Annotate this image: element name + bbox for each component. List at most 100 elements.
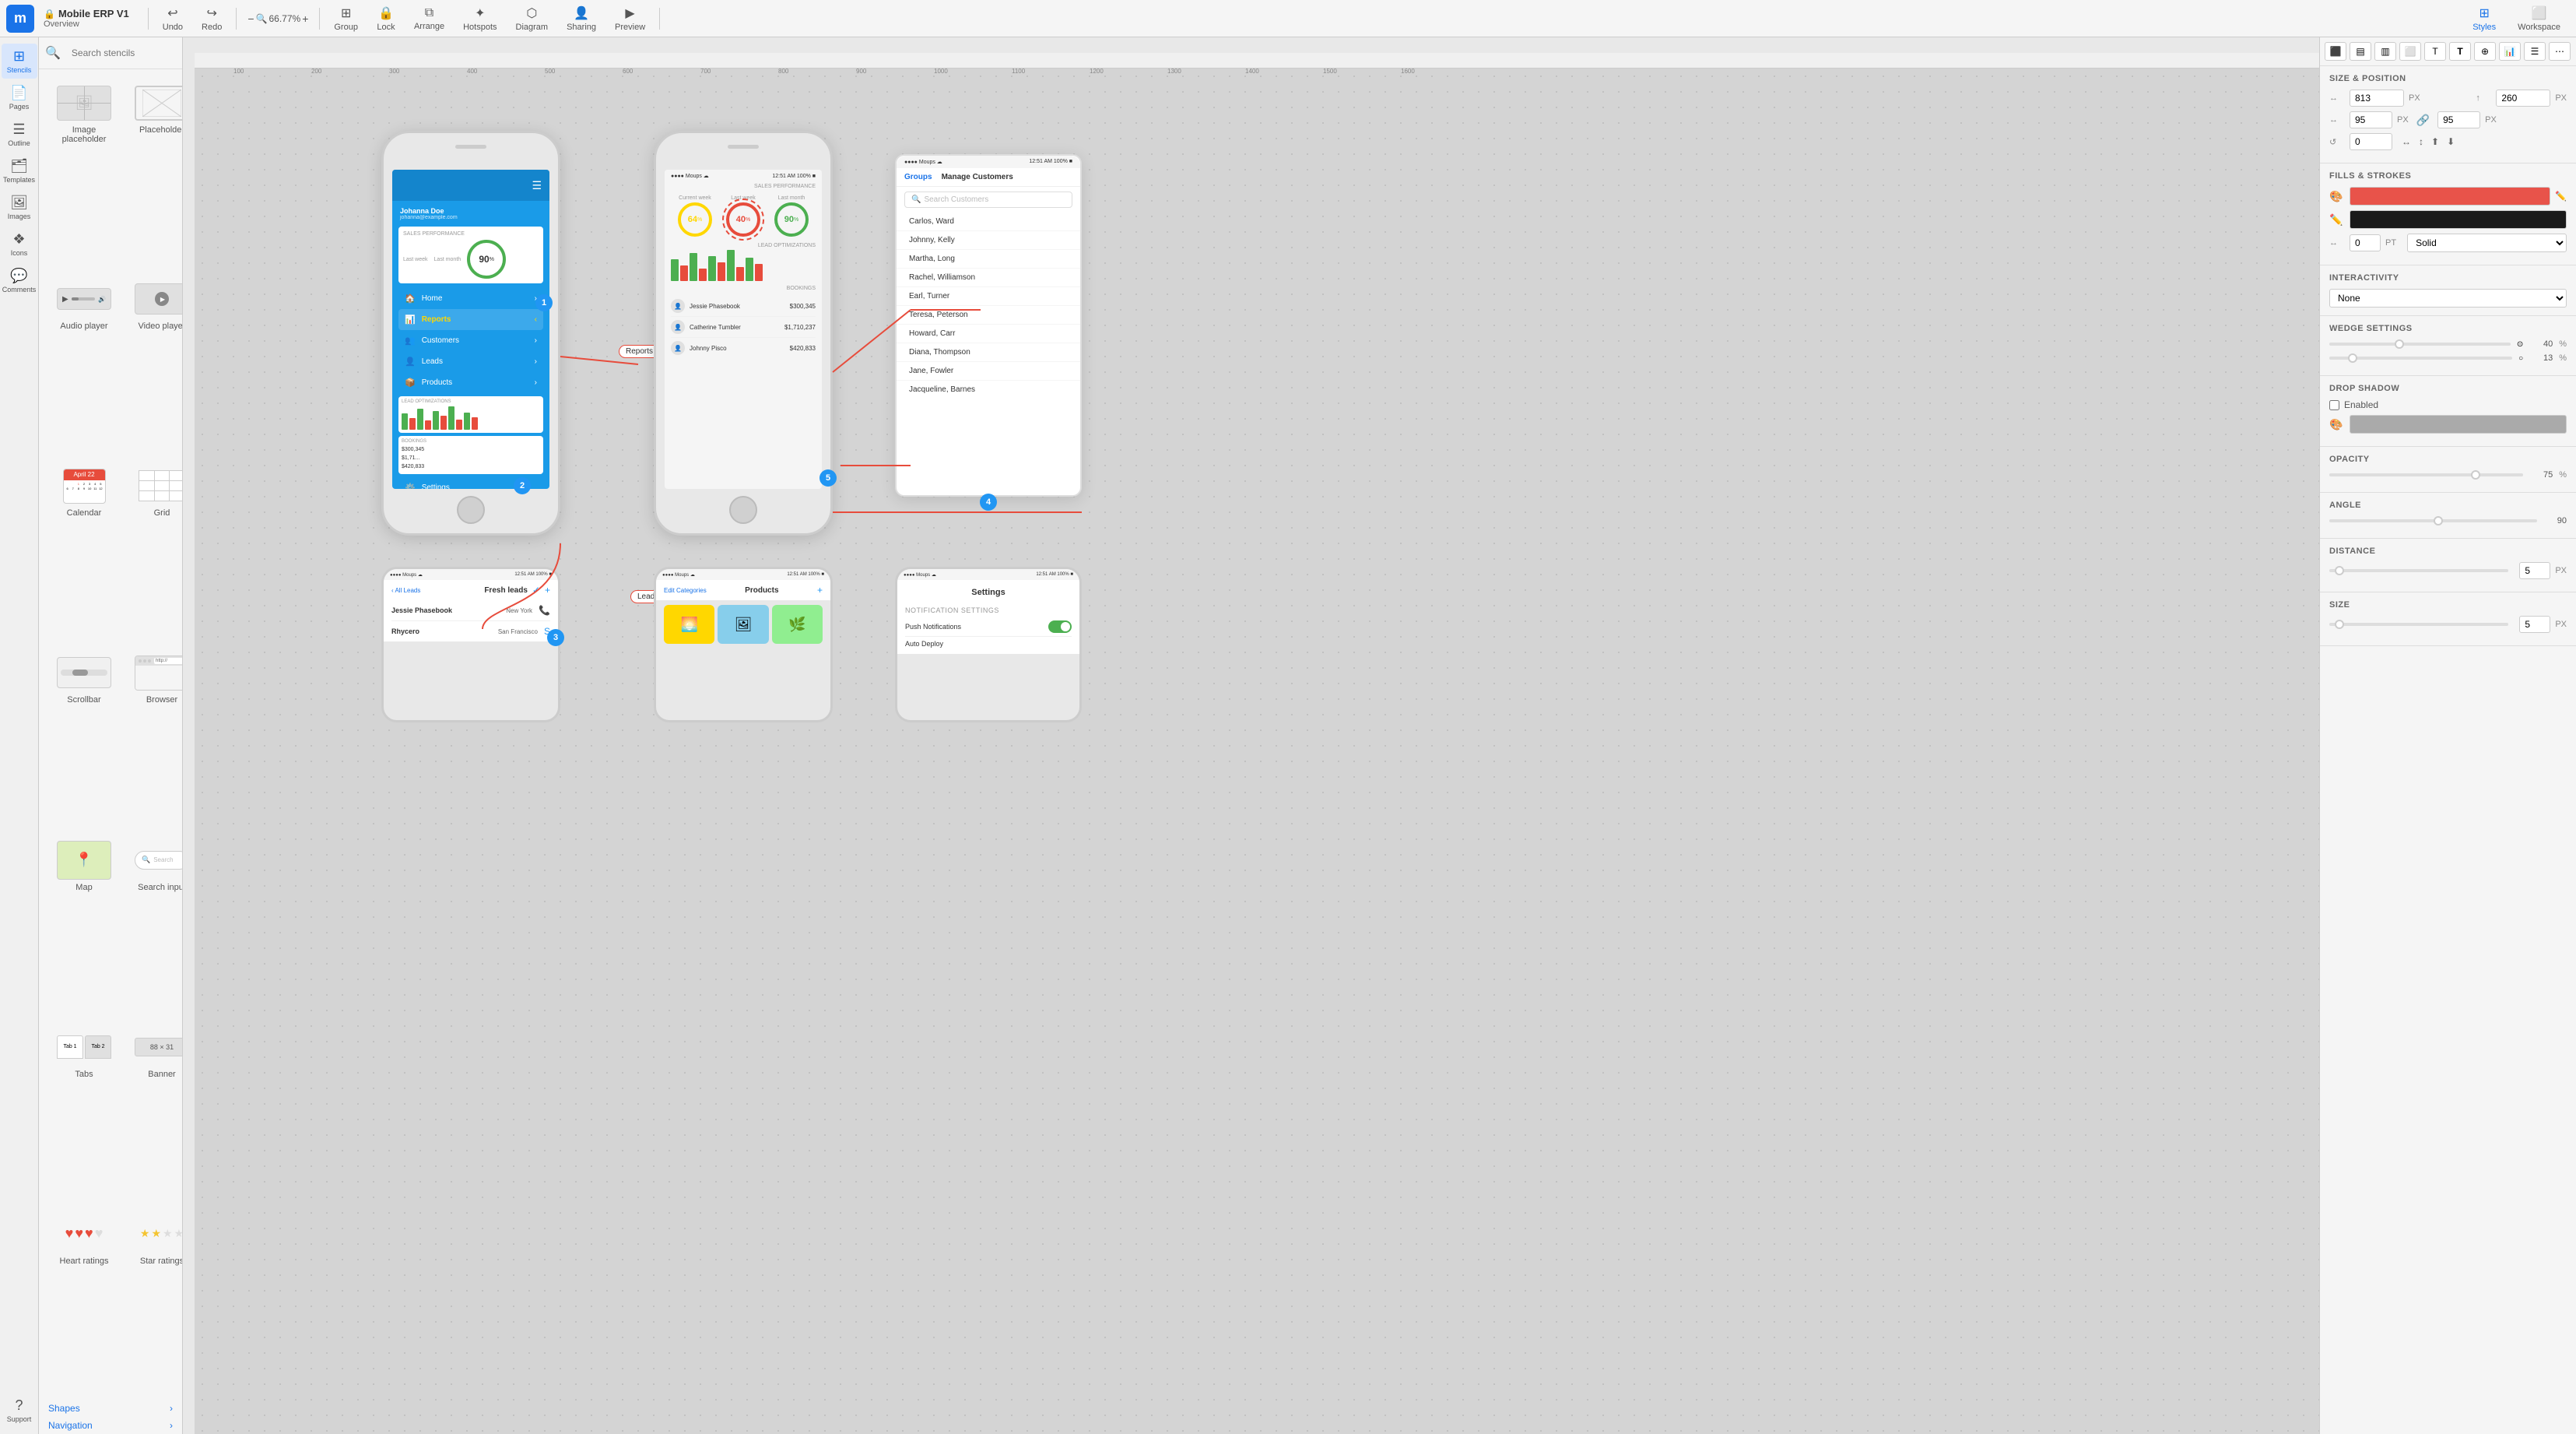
align-top-icon[interactable]: ⬆ [2431,136,2439,147]
sidebar-item-images[interactable]: 🖼 Images [2,190,37,225]
list-item[interactable]: Carlos, Ward [897,213,1080,231]
stencil-grid-item[interactable]: Grid [126,462,182,642]
stencil-star-ratings[interactable]: ★ ★ ★ ★ Star ratings [126,1210,182,1390]
push-notifications-toggle[interactable] [1048,620,1072,633]
list-icon-btn[interactable]: ☰ [2524,42,2546,61]
angle-slider[interactable] [2329,519,2537,522]
navigation-section[interactable]: Navigation › [39,1417,182,1434]
stencil-search-input[interactable]: 🔍 Search Search input [126,836,182,1017]
stencil-scrollbar[interactable]: Scrollbar [48,648,120,829]
stencil-image-placeholder[interactable]: 🖼 Image placeholder [48,79,120,269]
list-item[interactable]: Jane, Fowler [897,362,1080,381]
phone-5[interactable]: ●●●● Moups ☁ 12:51 AM 100% ■ Settings NO… [895,567,1082,722]
zoom-plus[interactable]: + [302,12,308,25]
list-item[interactable]: Howard, Carr [897,325,1080,343]
layer-icon-btn[interactable]: ⊕ [2474,42,2496,61]
list-item[interactable]: Teresa, Peterson [897,306,1080,325]
list-item[interactable]: Martha, Long [897,250,1080,269]
phone-1[interactable]: ☰ Johanna Doe johanna@example.com SALES … [381,131,560,536]
sharing-button[interactable]: 👤 Sharing [559,2,604,35]
zoom-controls[interactable]: − 🔍 66.77% + [243,9,313,28]
arrange-button[interactable]: ⧉ Arrange [406,3,452,34]
phone-4[interactable]: ●●●● Moups ☁ 12:51 AM 100% ■ Edit Catego… [654,567,833,722]
sidebar-item-comments[interactable]: 💬 Comments [2,263,37,298]
y-input[interactable] [2437,111,2480,128]
interactivity-select[interactable]: None Link Page [2329,289,2567,308]
more-icon-btn[interactable]: ⋯ [2549,42,2571,61]
ruler-horizontal: 100 200 300 400 500 600 700 800 900 1000… [195,53,2319,69]
zoom-minus[interactable]: − [247,12,254,25]
redo-button[interactable]: ↪ Redo [194,2,230,35]
sidebar-item-templates[interactable]: 🗂 Templates [2,153,37,188]
flip-h-icon[interactable]: ↔ [2402,136,2411,147]
toolbar: m 🔒 Mobile ERP V1 Overview ↩ Undo ↪ Redo… [0,0,2576,37]
phone-2[interactable]: ●●●● Moups ☁ 12:51 AM 100% ■ SALES PERFO… [654,131,833,536]
width-input[interactable] [2350,90,2404,107]
phone-2-home[interactable] [729,496,757,524]
stencil-map[interactable]: 📍 Map [48,836,120,1017]
sidebar-item-outline[interactable]: ☰ Outline [2,117,37,152]
styles-tab-button[interactable]: ⊞ Styles [2463,2,2505,35]
align-right-icon-btn[interactable]: ▥ [2374,42,2396,61]
stencil-placeholder[interactable]: Placeholder [126,79,182,269]
link-icon[interactable]: 🔗 [2413,114,2433,127]
chart-icon-btn[interactable]: 📊 [2499,42,2521,61]
sidebar-item-pages[interactable]: 📄 Pages [2,80,37,115]
undo-button[interactable]: ↩ Undo [155,2,191,35]
wedge-slider-1[interactable] [2329,343,2511,346]
list-item[interactable]: Jacqueline, Barnes [897,381,1080,399]
text-icon-btn[interactable]: T [2424,42,2446,61]
stencil-heart-ratings[interactable]: ♥ ♥ ♥ ♥ Heart ratings [48,1210,120,1390]
shadow-color-swatch[interactable] [2350,415,2567,434]
stencil-tabs[interactable]: Tab 1 Tab 2 Tabs [48,1023,120,1204]
shadow-size-section: SIZE PX [2320,592,2576,646]
hotspots-button[interactable]: ✦ Hotspots [455,2,504,35]
opacity-slider[interactable] [2329,473,2523,476]
bold-icon-btn[interactable]: T [2449,42,2471,61]
list-item[interactable]: Rachel, Williamson [897,269,1080,287]
lock-button[interactable]: 🔒 Lock [369,2,403,35]
height-input[interactable] [2496,90,2550,107]
stencil-banner[interactable]: 88 × 31 Banner [126,1023,182,1204]
sidebar-item-icons[interactable]: ❖ Icons [2,227,37,262]
workspace-tab-button[interactable]: ⬜ Workspace [2508,2,2570,35]
customer-panel[interactable]: ●●●● Moups ☁ 12:51 AM 100% ■ Groups Mana… [895,154,1082,497]
shapes-section[interactable]: Shapes › [39,1400,182,1417]
stencil-calendar[interactable]: April 22 1 2 3 4 5 6 7 8 9 10 1 [48,462,120,642]
align-bottom-icon[interactable]: ⬇ [2447,136,2455,147]
phone-1-home[interactable] [457,496,485,524]
sidebar-item-stencils[interactable]: ⊞ Stencils [2,44,37,79]
rotation-input[interactable] [2350,133,2392,150]
app-logo[interactable]: m [6,5,34,33]
search-input[interactable] [65,44,198,62]
sidebar-item-support[interactable]: ? Support [2,1393,37,1428]
x-input[interactable] [2350,111,2392,128]
wedge-slider-2[interactable] [2329,357,2512,360]
diagram-button[interactable]: ⬡ Diagram [508,2,556,35]
list-item[interactable]: Johnny, Kelly [897,231,1080,250]
shadow-size-title: SIZE [2329,600,2567,610]
distance-input[interactable] [2519,562,2550,579]
group-button[interactable]: ⊞ Group [326,2,366,35]
distance-slider[interactable] [2329,569,2508,572]
border-icon-btn[interactable]: ⬜ [2399,42,2421,61]
stencil-audio-player[interactable]: ▶ 🔊 Audio player [48,275,120,455]
shadow-size-input[interactable] [2519,616,2550,633]
list-item[interactable]: Earl, Turner [897,287,1080,306]
align-left-icon-btn[interactable]: ⬛ [2325,42,2346,61]
stroke-size-input[interactable] [2350,234,2381,251]
stroke-type-select[interactable]: Solid Dashed Dotted [2407,234,2567,252]
stencil-video-player[interactable]: ▶ Video player [126,275,182,455]
stencil-browser[interactable]: http:// Browser [126,648,182,829]
flip-v-icon[interactable]: ↕ [2419,136,2423,147]
preview-button[interactable]: ▶ Preview [607,2,653,35]
align-center-icon-btn[interactable]: ▤ [2350,42,2371,61]
fill-color-swatch[interactable] [2350,187,2550,206]
rotation-label: ↺ [2329,137,2345,147]
list-item[interactable]: Diana, Thompson [897,343,1080,362]
phone-3[interactable]: ●●●● Moups ☁ 12:51 AM 100% ■ ‹ All Leads… [381,567,560,722]
shadow-size-slider[interactable] [2329,623,2508,626]
stroke-color-swatch[interactable] [2350,210,2567,229]
drop-shadow-checkbox[interactable] [2329,400,2339,410]
canvas[interactable]: 100 200 300 400 500 600 700 800 900 1000… [195,53,2319,1434]
